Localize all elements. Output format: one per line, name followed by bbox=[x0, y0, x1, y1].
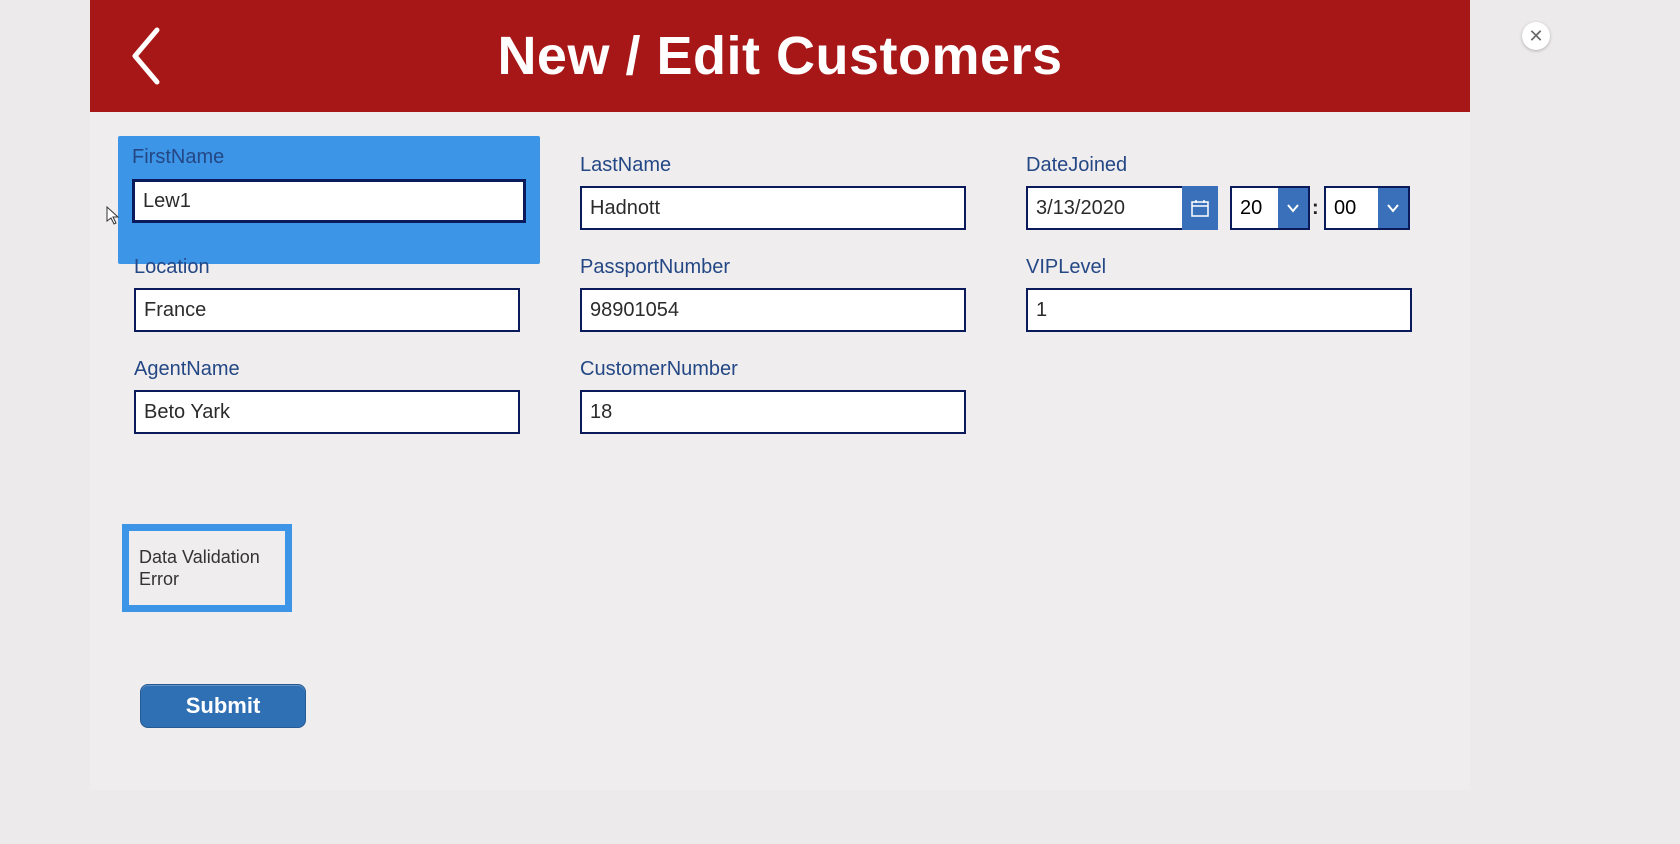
datejoined-hour-select[interactable]: 20 bbox=[1230, 186, 1310, 230]
firstname-highlight: FirstName bbox=[118, 136, 540, 264]
submit-button-label: Submit bbox=[186, 693, 261, 719]
close-icon: ✕ bbox=[1528, 27, 1543, 45]
firstname-label: FirstName bbox=[132, 146, 526, 169]
chevron-down-icon bbox=[1386, 203, 1400, 213]
passport-label: PassportNumber bbox=[580, 256, 730, 279]
app-stage: New / Edit Customers FirstName LastName … bbox=[0, 0, 1680, 844]
location-input[interactable] bbox=[134, 288, 520, 332]
datejoined-hour-value: 20 bbox=[1232, 197, 1278, 220]
datejoined-label: DateJoined bbox=[1026, 154, 1127, 177]
page-title: New / Edit Customers bbox=[90, 0, 1470, 112]
datejoined-minute-select[interactable]: 00 bbox=[1324, 186, 1410, 230]
viplevel-input[interactable] bbox=[1026, 288, 1412, 332]
datejoined-hour-chevron[interactable] bbox=[1278, 188, 1308, 228]
datejoined-date-value: 3/13/2020 bbox=[1036, 197, 1125, 220]
form-card: New / Edit Customers FirstName LastName … bbox=[90, 0, 1470, 790]
close-button[interactable]: ✕ bbox=[1522, 22, 1550, 50]
submit-button[interactable]: Submit bbox=[140, 684, 306, 728]
passport-input[interactable] bbox=[580, 288, 966, 332]
datejoined-calendar-button[interactable] bbox=[1182, 186, 1218, 230]
datejoined-minute-chevron[interactable] bbox=[1378, 188, 1408, 228]
calendar-icon bbox=[1191, 199, 1209, 217]
location-label: Location bbox=[134, 256, 210, 279]
validation-error-box: Data Validation Error bbox=[122, 524, 292, 612]
lastname-label: LastName bbox=[580, 154, 671, 177]
datejoined-time-separator: : bbox=[1312, 186, 1319, 230]
firstname-field: FirstName bbox=[132, 146, 526, 250]
agentname-input[interactable] bbox=[134, 390, 520, 434]
datejoined-minute-value: 00 bbox=[1326, 197, 1378, 220]
viplevel-label: VIPLevel bbox=[1026, 256, 1106, 279]
lastname-input[interactable] bbox=[580, 186, 966, 230]
agentname-label: AgentName bbox=[134, 358, 240, 381]
firstname-input[interactable] bbox=[132, 179, 526, 223]
header-bar: New / Edit Customers bbox=[90, 0, 1470, 112]
validation-error-text: Data Validation Error bbox=[139, 546, 275, 591]
form-area: FirstName LastName DateJoined 3/13/2020 bbox=[90, 112, 1470, 790]
chevron-down-icon bbox=[1286, 203, 1300, 213]
customernumber-input[interactable] bbox=[580, 390, 966, 434]
customernumber-label: CustomerNumber bbox=[580, 358, 738, 381]
